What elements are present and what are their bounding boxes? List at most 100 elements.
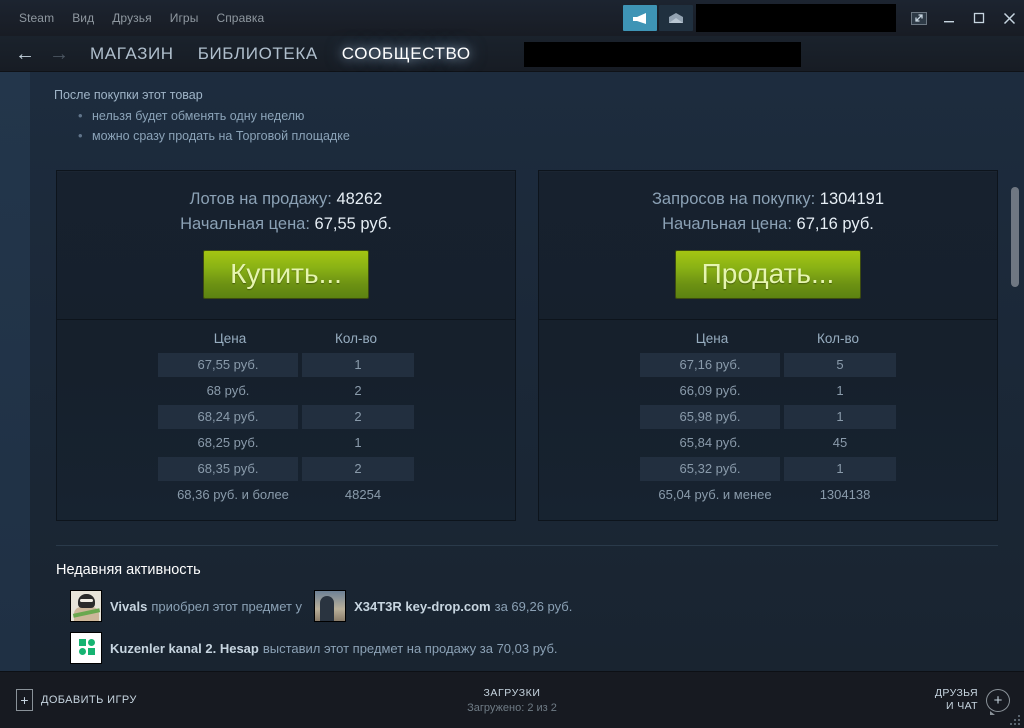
buy-total-qty: 48254 [344,487,382,503]
list-item: Kuzenler kanal 2. Hesap выставил этот пр… [56,632,998,665]
add-game-button[interactable]: + ДОБАВИТЬ ИГРУ [16,689,137,711]
buy-starting-price-line: Начальная цена: 67,55 руб. [67,212,505,237]
minimize-icon[interactable] [934,0,964,36]
sell-button[interactable]: Продать... [674,249,862,300]
sell-cell-price: 65,98 руб. [640,405,780,430]
external-window-icon[interactable] [904,0,934,36]
purchase-notice-item: нельзя будет обменять одну неделю [78,106,1024,127]
downloads-title: ЗАГРУЗКИ [483,686,541,699]
vertical-scrollbar[interactable] [1010,72,1020,671]
sell-cell-qty: 1 [784,457,896,482]
sell-order-table: Цена Кол-во 67,16 руб. 5 66,09 руб. 1 65… [539,320,997,520]
activity-mid-text: приобрел этот предмет у [151,598,303,614]
buy-col-price-header: Цена [213,331,247,347]
activity-tail-text: за 69,26 руб. [494,598,573,614]
sell-cell-qty: 45 [832,435,848,451]
menu-item-friends[interactable]: Друзья [103,8,161,28]
purchase-notice-item: можно сразу продать на Торговой площадке [78,126,1024,147]
sell-cell-price: 65,84 руб. [679,435,741,451]
green-blocks-logo-avatar[interactable] [70,632,102,665]
sell-cell-price: 65,32 руб. [640,457,780,482]
recent-activity-title: Недавняя активность [56,562,201,579]
add-friend-bubble-icon[interactable]: + [986,688,1010,715]
purchase-notice: После покупки этот товар нельзя будет об… [30,72,1024,146]
list-item: Vivals приобрел этот предмет у X34T3R ke… [56,590,998,623]
menu-item-help[interactable]: Справка [207,8,273,28]
activity-mid-text: выставил этот предмет на продажу за 70,0… [262,640,558,656]
tab-community[interactable]: СООБЩЕСТВО [342,44,471,64]
activity-actor-name[interactable]: Vivals [110,599,147,614]
menu-item-view[interactable]: Вид [63,8,103,28]
sell-cell-qty: 1 [836,383,844,399]
listings-count-label: Лотов на продажу: [189,190,332,209]
buy-col-qty-header: Кол-во [335,331,377,347]
resize-grip[interactable] [1010,715,1020,725]
friends-label-line1: ДРУЗЬЯ [934,686,978,699]
buy-requests-count-value: 1304191 [819,190,885,209]
buy-panel-header: Лотов на продажу: 48262 Начальная цена: … [57,171,515,319]
back-arrow-icon[interactable]: ← [8,39,42,69]
sell-total-price: 65,04 руб. и менее [658,487,772,503]
listings-count-value: 48262 [336,190,383,209]
steam-client-window: Steam Вид Друзья Игры Справка ← → МАГАЗИ… [0,0,1024,728]
broadcast-icon[interactable] [623,5,657,31]
sell-cell-price: 67,16 руб. [640,353,780,378]
buy-total-price: 68,36 руб. и более [177,487,289,503]
buy-cell-price: 68,35 руб. [158,457,298,482]
buy-table-total-row: 68,36 руб. и более 48254 [57,482,515,508]
buy-cell-price: 68,25 руб. [197,435,259,451]
buy-requests-count-label: Запросов на покупку: [651,190,816,209]
buy-button[interactable]: Купить... [203,249,369,300]
maximize-icon[interactable] [964,0,994,36]
sell-panel-header: Запросов на покупку: 1304191 Начальная ц… [539,171,997,319]
table-row: 67,55 руб. 1 [57,352,515,378]
buy-cell-price: 68 руб. [206,383,250,399]
buy-cell-price: 67,55 руб. [158,353,298,378]
account-name-redacted[interactable] [696,4,896,32]
downloads-status[interactable]: ЗАГРУЗКИ Загружено: 2 из 2 [0,687,1024,714]
sky-portrait-avatar[interactable] [314,590,347,623]
bandit-avatar[interactable] [70,590,102,623]
sell-button-row: Продать... [549,249,987,300]
title-bar-right-group [623,0,1024,36]
table-row: 68 руб. 2 [57,378,515,404]
sell-cell-qty: 1 [784,405,896,430]
sell-cell-price: 66,09 руб. [679,383,741,399]
menu-item-games[interactable]: Игры [161,8,208,28]
tab-store[interactable]: МАГАЗИН [90,44,174,64]
sell-starting-price-value: 67,16 руб. [796,214,874,233]
tab-library[interactable]: БИБЛИОТЕКА [198,44,318,64]
buy-table-header-row: Цена Кол-во [57,330,515,352]
buy-button-row: Купить... [67,249,505,300]
close-icon[interactable] [994,0,1024,36]
downloads-substatus: Загружено: 2 из 2 [467,701,557,714]
sell-cell-qty: 5 [784,353,896,378]
table-row: 67,16 руб. 5 [539,352,997,378]
buy-starting-price-value: 67,55 руб. [314,214,392,233]
recent-activity-section: Недавняя активность Vivals приобрел этот… [30,546,1024,665]
table-row: 65,84 руб. 45 [539,430,997,456]
friends-and-chat-button[interactable]: ДРУЗЬЯ И ЧАТ + [934,686,1010,715]
buy-requests-count-line: Запросов на покупку: 1304191 [549,187,987,212]
sell-order-panel: Запросов на покупку: 1304191 Начальная ц… [538,170,998,522]
forward-arrow-icon[interactable]: → [42,39,76,69]
add-game-label: ДОБАВИТЬ ИГРУ [41,694,137,706]
activity-actor-name[interactable]: Kuzenler kanal 2. Hesap [110,641,259,656]
buy-order-panel: Лотов на продажу: 48262 Начальная цена: … [56,170,516,522]
buy-cell-qty: 2 [302,457,414,482]
nav-tabs: МАГАЗИН БИБЛИОТЕКА СООБЩЕСТВО [90,44,471,64]
navigation-bar: ← → МАГАЗИН БИБЛИОТЕКА СООБЩЕСТВО [0,36,1024,72]
purchase-notice-list: нельзя будет обменять одну неделю можно … [78,106,1024,147]
market-listing-page: После покупки этот товар нельзя будет об… [30,72,1024,671]
buy-cell-qty: 2 [302,405,414,430]
mail-icon[interactable] [659,5,693,31]
menu-item-steam[interactable]: Steam [10,8,63,28]
buy-starting-price-label: Начальная цена: [180,214,310,233]
buy-cell-price: 68,24 руб. [158,405,298,430]
activity-counterparty-name[interactable]: X34T3R key-drop.com [354,599,491,614]
scrollbar-thumb[interactable] [1011,187,1019,287]
search-input-redacted[interactable] [524,42,801,67]
buy-order-table: Цена Кол-во 67,55 руб. 1 68 руб. 2 68,24… [57,320,515,520]
sell-table-total-row: 65,04 руб. и менее 1304138 [539,482,997,508]
table-row: 68,24 руб. 2 [57,404,515,430]
